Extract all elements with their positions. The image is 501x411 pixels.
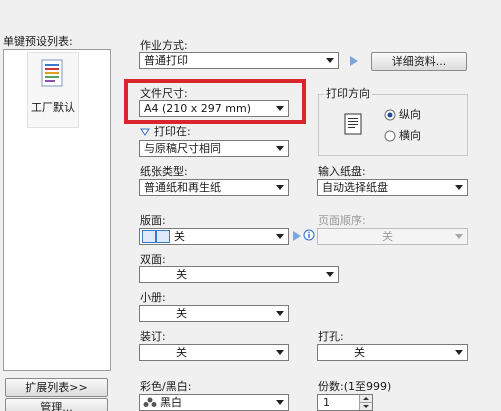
copies-input[interactable]: 1 [317, 394, 373, 411]
page-order-value: 关 [382, 230, 393, 243]
print-on-select[interactable]: 与原稿尺寸相同 [139, 140, 289, 157]
landscape-label[interactable]: 横向 [399, 129, 421, 143]
highlight-annotation-box [124, 79, 306, 124]
input-tray-value: 自动选择纸盘 [322, 181, 388, 194]
play-arrow-icon [293, 231, 301, 241]
duplex-value: 关 [176, 268, 187, 281]
portrait-radio[interactable] [384, 109, 396, 121]
landscape-radio[interactable] [384, 130, 396, 142]
orientation-group [318, 94, 468, 156]
copies-label: 份数:(1至999) [318, 380, 392, 393]
copies-value: 1 [323, 396, 330, 409]
booklet-value: 关 [176, 307, 187, 320]
chevron-down-icon [455, 185, 463, 190]
color-mode-label: 彩色/黑白: [140, 380, 192, 393]
color-mode-value: 黑白 [160, 396, 182, 409]
chevron-down-icon [455, 350, 463, 355]
chevron-down-icon [276, 350, 284, 355]
punch-select[interactable]: 关 [317, 344, 468, 361]
details-button[interactable]: 详细资料... [371, 52, 467, 71]
punch-value: 关 [354, 346, 365, 359]
chevron-down-icon [363, 405, 369, 408]
input-tray-select[interactable]: 自动选择纸盘 [317, 179, 468, 196]
play-arrow-icon [350, 56, 358, 66]
layout-label: 版面: [140, 214, 166, 227]
manage-button[interactable]: 管理... [5, 398, 108, 411]
binding-value: 关 [176, 346, 187, 359]
job-mode-value: 普通打印 [144, 54, 188, 67]
chevron-up-icon [363, 397, 369, 400]
layout-select[interactable]: 关 [139, 228, 289, 245]
chevron-down-icon [326, 58, 334, 63]
chevron-down-icon [276, 400, 284, 405]
copies-decrement-button[interactable] [359, 403, 372, 410]
booklet-select[interactable]: 关 [139, 305, 289, 322]
paper-type-value: 普通纸和再生纸 [144, 181, 221, 194]
print-on-label: 打印在: [154, 125, 191, 138]
chevron-down-icon [276, 146, 284, 151]
orientation-title: 打印方向 [324, 87, 372, 101]
print-on-value: 与原稿尺寸相同 [144, 142, 221, 155]
pages-per-sheet-icon [142, 230, 170, 243]
triangle-down-icon[interactable] [140, 128, 150, 136]
booklet-label: 小册: [140, 291, 166, 304]
chevron-down-icon [326, 272, 334, 277]
copies-increment-button[interactable] [359, 395, 372, 403]
punch-label: 打孔: [318, 330, 344, 343]
duplex-select[interactable]: 关 [139, 266, 339, 283]
job-mode-select[interactable]: 普通打印 [139, 52, 339, 69]
preset-list[interactable]: 工厂默认 [3, 49, 111, 371]
binding-select[interactable]: 关 [139, 344, 289, 361]
info-icon[interactable] [303, 229, 315, 241]
job-mode-label: 作业方式: [140, 39, 188, 52]
chevron-down-icon [276, 311, 284, 316]
portrait-page-icon [344, 113, 362, 135]
binding-label: 装订: [140, 330, 166, 343]
input-tray-label: 输入纸盘: [318, 165, 366, 178]
page-order-label: 页面顺序: [318, 214, 366, 227]
chevron-down-icon [455, 234, 463, 239]
page-order-select[interactable]: 关 [317, 228, 468, 245]
paper-type-select[interactable]: 普通纸和再生纸 [139, 179, 289, 196]
color-mode-select[interactable]: 黑白 [139, 394, 289, 411]
expand-list-button[interactable]: 扩展列表>> [5, 378, 108, 397]
layout-value: 关 [174, 230, 185, 243]
preset-item-label[interactable]: 工厂默认 [31, 101, 75, 115]
chevron-down-icon [276, 185, 284, 190]
duplex-label: 双面: [140, 253, 166, 266]
toner-dots-icon [143, 397, 157, 407]
paper-type-label: 纸张类型: [140, 165, 188, 178]
portrait-label[interactable]: 纵向 [399, 108, 421, 122]
preset-list-title: 单键预设列表: [3, 35, 73, 48]
document-preset-icon[interactable] [41, 59, 63, 87]
chevron-down-icon [276, 234, 284, 239]
